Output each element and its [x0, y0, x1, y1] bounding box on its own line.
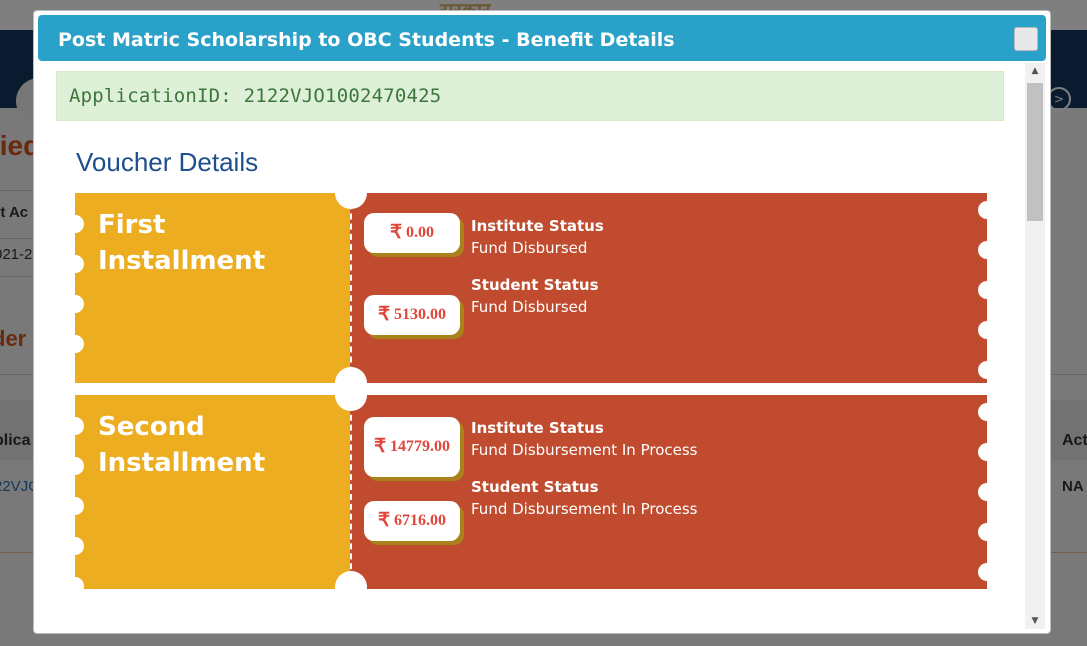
voucher-edge-notch	[978, 321, 996, 339]
rupee-icon: ₹	[389, 222, 403, 243]
voucher-punch-hole	[335, 379, 367, 411]
institute-status-label: Institute Status	[471, 419, 604, 437]
institute-amount-badge: ₹ 14779.00	[364, 417, 460, 477]
benefit-details-modal: Post Matric Scholarship to OBC Students …	[33, 10, 1051, 634]
voucher-edge-notch	[66, 215, 84, 233]
student-amount: 6716.00	[394, 512, 447, 529]
institute-amount: 14779.00	[390, 438, 451, 455]
voucher-edge-notch	[978, 443, 996, 461]
application-id: ApplicationID: 2122VJO1002470425	[69, 85, 442, 107]
modal-body[interactable]: ApplicationID: 2122VJO1002470425 Voucher…	[34, 65, 1050, 633]
voucher-title: First Installment	[98, 210, 266, 276]
student-amount: 5130.00	[394, 306, 447, 323]
voucher-details-heading: Voucher Details	[76, 147, 259, 177]
voucher-edge-notch	[66, 497, 84, 515]
close-icon[interactable]	[1014, 27, 1038, 51]
student-status-value: Fund Disbursement In Process	[471, 500, 698, 518]
institute-status-label: Institute Status	[471, 217, 604, 235]
voucher-edge-notch	[978, 403, 996, 421]
voucher-edge-notch	[66, 295, 84, 313]
student-amount-badge: ₹ 5130.00	[364, 295, 460, 335]
voucher-edge-notch	[978, 281, 996, 299]
application-id-alert: ApplicationID: 2122VJO1002470425	[56, 71, 1004, 121]
institute-status-value: Fund Disbursed	[471, 239, 588, 257]
voucher-perforation	[350, 193, 352, 383]
student-status-label: Student Status	[471, 478, 599, 496]
student-status-value: Fund Disbursed	[471, 298, 588, 316]
voucher-perforation	[350, 395, 352, 589]
scrollbar-thumb[interactable]	[1027, 83, 1043, 221]
voucher-punch-hole	[335, 571, 367, 603]
institute-amount: 0.00	[406, 224, 435, 241]
voucher-edge-notch	[978, 483, 996, 501]
scroll-down-arrow-icon[interactable]: ▼	[1025, 613, 1045, 629]
institute-amount-badge: ₹ 0.00	[364, 213, 460, 253]
voucher-edge-notch	[66, 335, 84, 353]
modal-header: Post Matric Scholarship to OBC Students …	[38, 15, 1046, 61]
rupee-icon: ₹	[377, 304, 391, 325]
voucher-edge-notch	[66, 255, 84, 273]
scroll-up-arrow-icon[interactable]: ▲	[1025, 63, 1045, 79]
voucher-edge-notch	[66, 417, 84, 435]
voucher-second-installment: Second Installment ₹ 14779.00 Institute …	[66, 379, 996, 603]
voucher-edge-notch	[66, 537, 84, 555]
modal-title: Post Matric Scholarship to OBC Students …	[58, 29, 675, 51]
institute-status-value: Fund Disbursement In Process	[471, 441, 698, 459]
rupee-icon: ₹	[373, 436, 387, 457]
rupee-icon: ₹	[377, 510, 391, 531]
modal-scrollbar[interactable]: ▲ ▼	[1025, 63, 1045, 629]
student-amount-badge: ₹ 6716.00	[364, 501, 460, 541]
voucher-edge-notch	[978, 361, 996, 379]
voucher-edge-notch	[66, 457, 84, 475]
voucher-punch-hole	[335, 177, 367, 209]
voucher-first-installment: First Installment ₹ 0.00 Institute Statu…	[66, 177, 996, 399]
voucher-edge-notch	[66, 577, 84, 595]
voucher-edge-notch	[978, 563, 996, 581]
voucher-edge-notch	[978, 241, 996, 259]
voucher-edge-notch	[978, 523, 996, 541]
voucher-edge-notch	[978, 201, 996, 219]
student-status-label: Student Status	[471, 276, 599, 294]
voucher-title: Second Installment	[98, 412, 266, 478]
